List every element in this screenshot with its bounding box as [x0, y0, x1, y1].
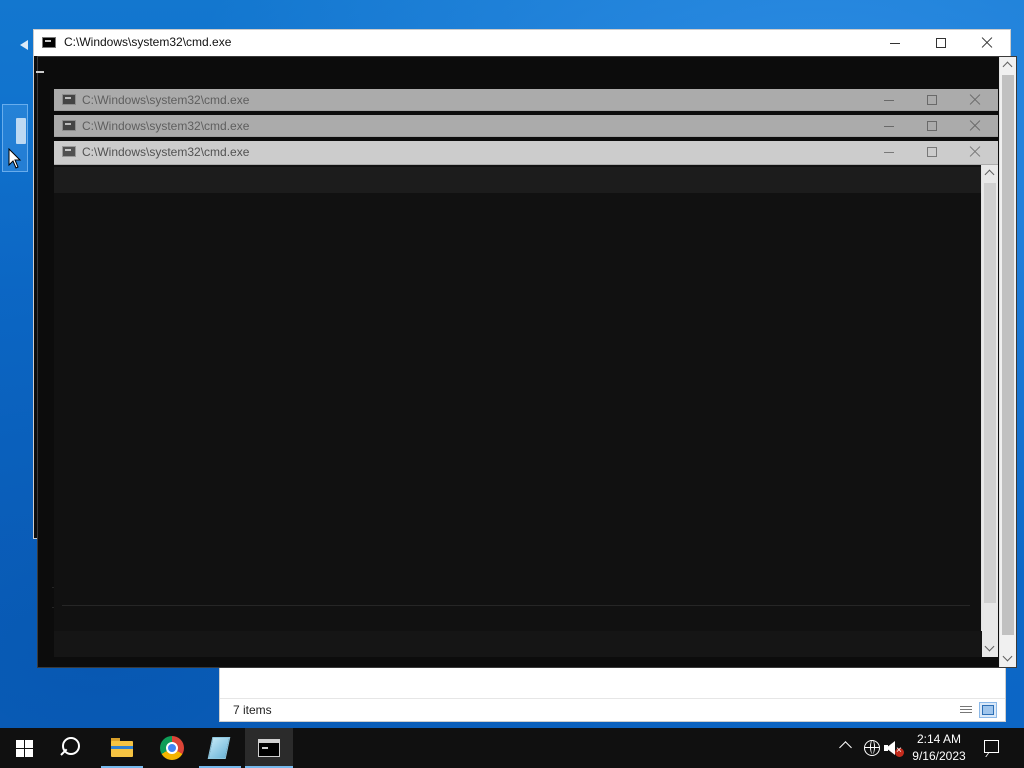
scroll-up-button[interactable] [1000, 57, 1016, 73]
minimize-button[interactable] [872, 30, 918, 56]
large-icons-view-button[interactable] [979, 702, 997, 718]
mute-badge [895, 745, 904, 757]
window-title: C:\Windows\system32\cmd.exe [82, 145, 250, 159]
close-button[interactable] [952, 141, 998, 163]
desktop: 7 items C:\Windows\system32\cmd.exe C:\W… [0, 0, 1024, 728]
cmd-titlebar[interactable]: C:\Windows\system32\cmd.exe [54, 141, 998, 165]
maximize-button[interactable] [909, 115, 955, 137]
close-button[interactable] [952, 89, 998, 111]
scroll-down-button[interactable] [1000, 651, 1016, 667]
scroll-up-button[interactable] [982, 165, 998, 181]
window-title: C:\Windows\system32\cmd.exe [64, 35, 232, 49]
cmd-window-ghost-1[interactable]: C:\Windows\system32\cmd.exe [54, 89, 998, 111]
scrollbar[interactable] [981, 165, 998, 657]
maximize-button[interactable] [909, 141, 955, 163]
terminal-icon [62, 120, 76, 131]
start-button[interactable] [0, 728, 48, 768]
console-ghost-titlebar [54, 167, 982, 193]
cmd-titlebar[interactable]: C:\Windows\system32\cmd.exe [34, 30, 1010, 56]
minimize-button[interactable] [866, 115, 912, 137]
cmd-window-front[interactable]: C:\Windows\system32\cmd.exe [54, 141, 998, 657]
minimize-button[interactable] [866, 141, 912, 163]
minimize-button[interactable] [866, 89, 912, 111]
scroll-down-button[interactable] [982, 641, 998, 657]
desktop-icon-stub [16, 118, 26, 144]
notification-icon[interactable] [984, 740, 999, 753]
explorer-status-bar: 7 items [220, 698, 1005, 721]
search-button[interactable] [48, 728, 96, 768]
system-clock[interactable]: 2:14 AM 9/16/2023 [906, 731, 972, 765]
details-view-button[interactable] [957, 702, 975, 718]
speaker-muted-icon[interactable] [886, 741, 895, 755]
close-button[interactable] [964, 30, 1010, 56]
terminal-icon [42, 37, 56, 48]
taskbar-command-prompt[interactable] [245, 728, 293, 768]
clock-time: 2:14 AM [916, 732, 962, 746]
terminal-icon [258, 739, 280, 757]
notepad-icon [207, 737, 231, 759]
close-button[interactable] [952, 115, 998, 137]
scrollbar[interactable] [999, 57, 1016, 667]
cmd-window-ghost-2[interactable]: C:\Windows\system32\cmd.exe [54, 115, 998, 137]
maximize-button[interactable] [909, 89, 955, 111]
desktop-icon-arrow [20, 40, 28, 50]
console-bottom-strip [54, 631, 982, 657]
item-count: 7 items [233, 703, 272, 717]
scroll-thumb[interactable] [984, 183, 996, 603]
terminal-icon [62, 146, 76, 157]
maximize-button[interactable] [918, 30, 964, 56]
clock-date: 9/16/2023 [912, 749, 966, 763]
terminal-icon [62, 94, 76, 105]
text-cursor [36, 71, 44, 73]
taskbar-file-explorer[interactable] [98, 728, 146, 768]
scroll-thumb[interactable] [1002, 75, 1014, 635]
windows-logo [16, 740, 33, 757]
taskbar-chrome[interactable] [148, 728, 196, 768]
globe-icon[interactable] [864, 740, 880, 756]
console-divider [62, 605, 970, 606]
window-title: C:\Windows\system32\cmd.exe [82, 119, 250, 133]
mouse-cursor-icon [8, 148, 22, 169]
taskbar-notepad[interactable] [196, 728, 244, 768]
folder-icon [111, 741, 133, 757]
window-title: C:\Windows\system32\cmd.exe [82, 93, 250, 107]
